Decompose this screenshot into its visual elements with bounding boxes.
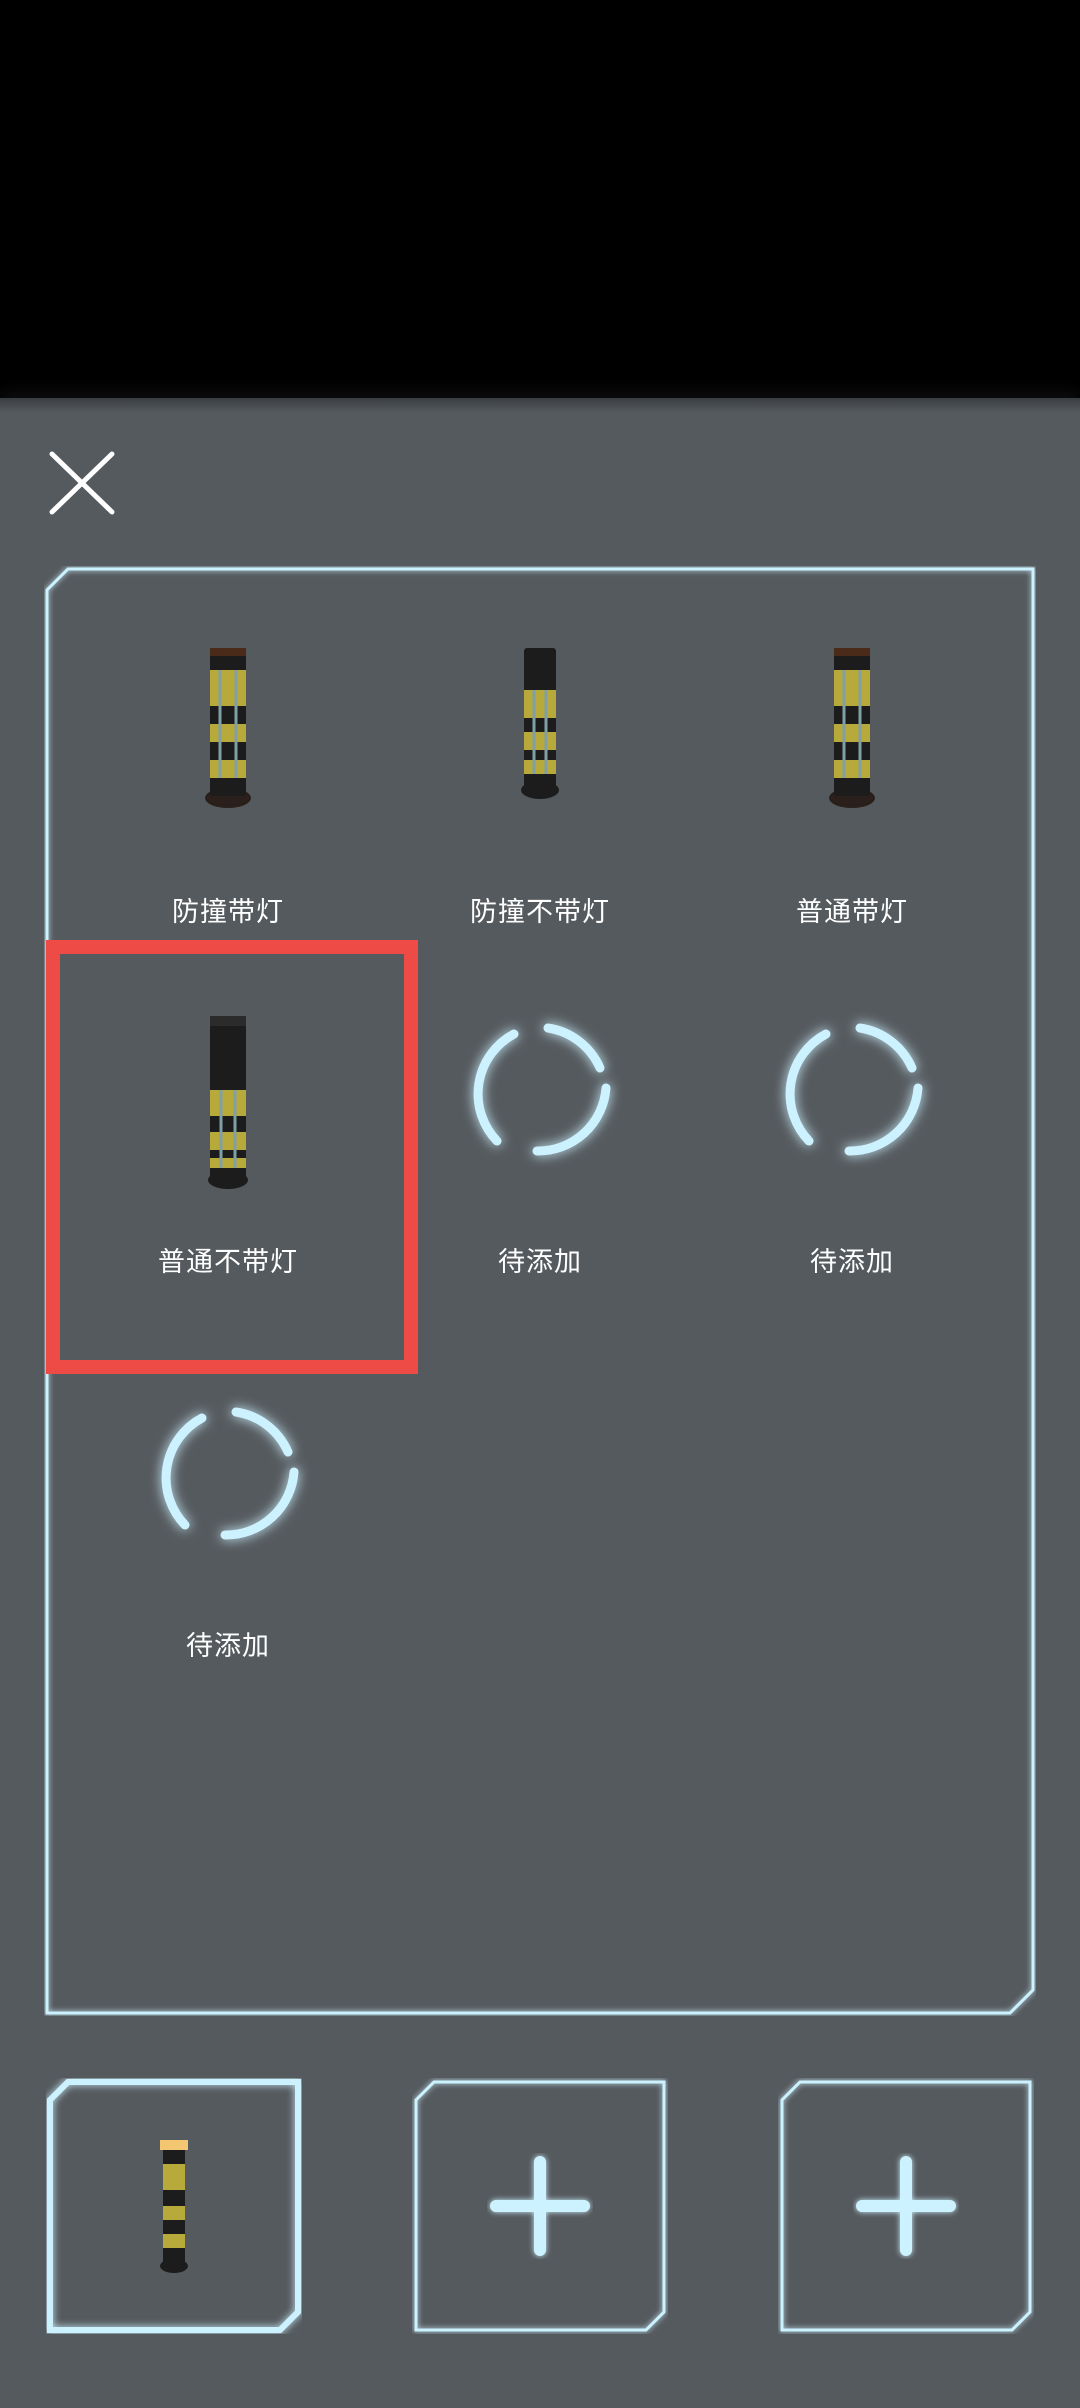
grid-item-label: 防撞带灯 <box>172 897 284 928</box>
grid-item-label: 待添加 <box>186 1631 270 1662</box>
grid-item-5-pending[interactable]: 待添加 <box>384 1004 696 1384</box>
close-button[interactable] <box>40 440 120 520</box>
grid-item-3[interactable]: 普通带灯 <box>696 620 1008 1000</box>
grid-item-label: 普通带灯 <box>796 897 908 928</box>
slot-1-filled[interactable] <box>46 2078 302 2334</box>
loading-ring-icon <box>473 1023 611 1156</box>
close-icon <box>49 451 115 515</box>
bollard-with-light-icon <box>205 648 251 808</box>
grid-item-label: 待添加 <box>498 1247 582 1278</box>
slot-3-empty[interactable] <box>778 2078 1034 2334</box>
sheet-edge <box>0 398 1080 412</box>
grid-item-label: 防撞不带灯 <box>470 897 610 928</box>
screen: 防撞带灯 防撞不带灯 普通带灯 普通不带灯 待添加 待添加 待添加 <box>0 0 1080 2408</box>
slot-2-empty[interactable] <box>412 2078 668 2334</box>
loading-ring-icon <box>161 1407 299 1540</box>
bollard-no-light-icon <box>521 648 559 799</box>
plus-icon <box>856 2156 956 2256</box>
slot-frame <box>414 2080 666 2332</box>
bollard-with-light-icon <box>829 648 875 808</box>
grid-item-2[interactable]: 防撞不带灯 <box>384 620 696 1000</box>
grid-item-7-pending[interactable]: 待添加 <box>72 1388 384 1768</box>
top-black-area <box>0 0 1080 398</box>
selection-highlight <box>46 940 418 1374</box>
plus-icon <box>490 2156 590 2256</box>
slot-frame <box>47 2079 301 2333</box>
slot-frame <box>780 2080 1032 2332</box>
grid-item-label: 待添加 <box>810 1247 894 1278</box>
loading-ring-icon <box>785 1023 923 1156</box>
grid-item-6-pending[interactable]: 待添加 <box>696 1004 1008 1384</box>
bollard-lit-icon <box>160 2140 188 2273</box>
